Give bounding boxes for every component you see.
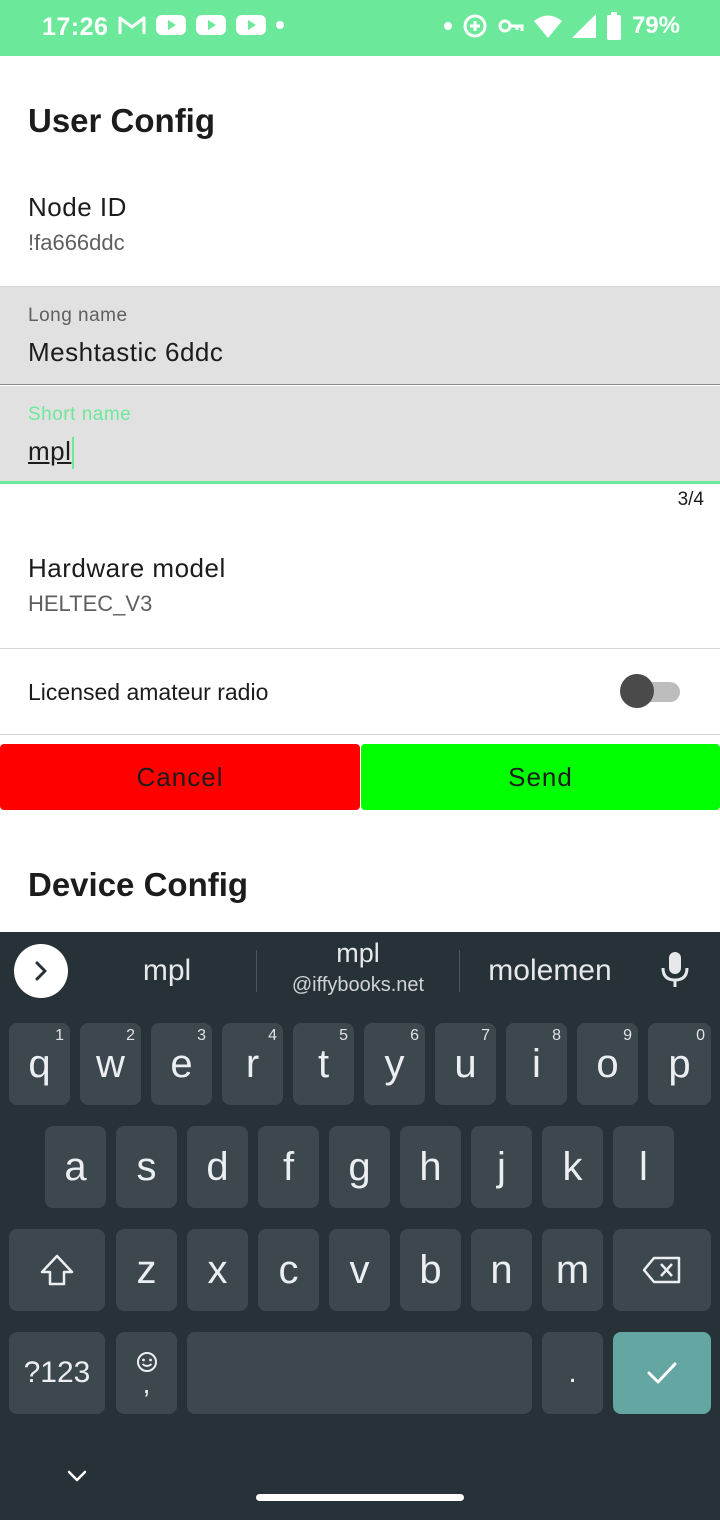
gesture-nav-handle[interactable]: [256, 1494, 464, 1501]
short-name-counter: 3/4: [677, 489, 704, 510]
battery-percent: 79%: [631, 12, 680, 39]
node-id-value: !fa666ddc: [28, 230, 125, 255]
dot-icon: [443, 22, 452, 30]
key-p[interactable]: p0: [648, 1023, 711, 1105]
shift-icon: [40, 1254, 74, 1286]
key-u[interactable]: u7: [435, 1023, 496, 1105]
key-i[interactable]: i8: [506, 1023, 567, 1105]
chevron-right-icon: [35, 961, 47, 981]
checkmark-icon: [647, 1362, 677, 1384]
short-name-field[interactable]: Short name mpl: [0, 386, 720, 484]
emoji-comma-key[interactable]: ,: [116, 1332, 177, 1414]
key-d[interactable]: d: [187, 1126, 248, 1208]
key-c[interactable]: c: [258, 1229, 319, 1311]
hardware-model-label: Hardware model: [28, 553, 226, 583]
data-saver-icon: [462, 13, 488, 39]
period-key[interactable]: .: [542, 1332, 603, 1414]
suggestion-2-subtitle: @iffybooks.net: [291, 974, 425, 996]
battery-icon: [606, 12, 622, 40]
youtube-icon: [236, 14, 266, 36]
enter-key[interactable]: [613, 1332, 711, 1414]
key-g[interactable]: g: [329, 1126, 390, 1208]
short-name-value: mpl: [28, 436, 72, 466]
key-m[interactable]: m: [542, 1229, 603, 1311]
key-v[interactable]: v: [329, 1229, 390, 1311]
long-name-underline: [0, 384, 720, 385]
short-name-input[interactable]: mpl: [28, 436, 75, 470]
space-key[interactable]: [187, 1332, 532, 1414]
send-button[interactable]: Send: [361, 744, 720, 810]
key-f[interactable]: f: [258, 1126, 319, 1208]
key-z[interactable]: z: [116, 1229, 177, 1311]
suggestion-divider: [459, 950, 460, 992]
key-h[interactable]: h: [400, 1126, 461, 1208]
wifi-icon: [533, 14, 562, 38]
licensed-amateur-radio-switch[interactable]: [620, 674, 680, 708]
suggestion-1[interactable]: mpl: [90, 954, 244, 988]
suggestion-divider: [256, 950, 257, 992]
key-q[interactable]: q1: [9, 1023, 70, 1105]
comma-label: ,: [142, 1368, 151, 1399]
key-t[interactable]: t5: [293, 1023, 354, 1105]
key-o[interactable]: o9: [577, 1023, 638, 1105]
system-icons: 79%: [443, 12, 680, 40]
key-n[interactable]: n: [471, 1229, 532, 1311]
gmail-icon: [118, 14, 146, 36]
hide-keyboard-button[interactable]: [64, 1466, 90, 1491]
divider: [0, 734, 720, 735]
text-cursor: [72, 437, 75, 470]
key-x[interactable]: x: [187, 1229, 248, 1311]
key-b[interactable]: b: [400, 1229, 461, 1311]
status-time: 17:26: [42, 13, 109, 41]
symbols-key[interactable]: ?123: [9, 1332, 105, 1414]
long-name-label: Long name: [28, 305, 128, 326]
node-id-label: Node ID: [28, 192, 127, 222]
notification-icons: [118, 14, 284, 36]
long-name-value[interactable]: Meshtastic 6ddc: [28, 337, 223, 368]
key-w[interactable]: w2: [80, 1023, 141, 1105]
signal-icon: [571, 14, 596, 38]
soft-keyboard: mpl mpl @iffybooks.net molemen q1 w2 e3 …: [0, 932, 720, 1520]
key-l[interactable]: l: [613, 1126, 674, 1208]
short-name-underline: [0, 481, 720, 484]
hardware-model-value: HELTEC_V3: [28, 591, 153, 616]
device-config-title: Device Config: [28, 866, 249, 903]
divider: [0, 648, 720, 649]
key-k[interactable]: k: [542, 1126, 603, 1208]
dot-icon: [276, 21, 284, 29]
key-e[interactable]: e3: [151, 1023, 212, 1105]
status-bar: 17:26 79%: [0, 0, 720, 56]
switch-thumb: [620, 674, 654, 708]
suggestion-2[interactable]: mpl: [258, 938, 458, 969]
shift-key[interactable]: [9, 1229, 105, 1311]
vpn-key-icon: [498, 17, 524, 35]
licensed-amateur-radio-label: Licensed amateur radio: [28, 679, 269, 705]
key-s[interactable]: s: [116, 1126, 177, 1208]
expand-toolbar-button[interactable]: [14, 944, 68, 998]
backspace-icon: [642, 1256, 681, 1284]
key-a[interactable]: a: [45, 1126, 106, 1208]
key-y[interactable]: y6: [364, 1023, 425, 1105]
backspace-key[interactable]: [613, 1229, 711, 1311]
chevron-down-icon: [67, 1470, 87, 1482]
short-name-label: Short name: [28, 404, 132, 425]
microphone-icon[interactable]: [660, 950, 690, 995]
long-name-field[interactable]: Long name Meshtastic 6ddc: [0, 287, 720, 385]
suggestion-3[interactable]: molemen: [462, 954, 638, 988]
cancel-button[interactable]: Cancel: [0, 744, 360, 810]
youtube-icon: [196, 14, 226, 36]
user-config-title: User Config: [28, 102, 216, 139]
youtube-icon: [156, 14, 186, 36]
suggestion-strip: mpl mpl @iffybooks.net molemen: [0, 932, 720, 1010]
key-r[interactable]: r4: [222, 1023, 283, 1105]
key-j[interactable]: j: [471, 1126, 532, 1208]
